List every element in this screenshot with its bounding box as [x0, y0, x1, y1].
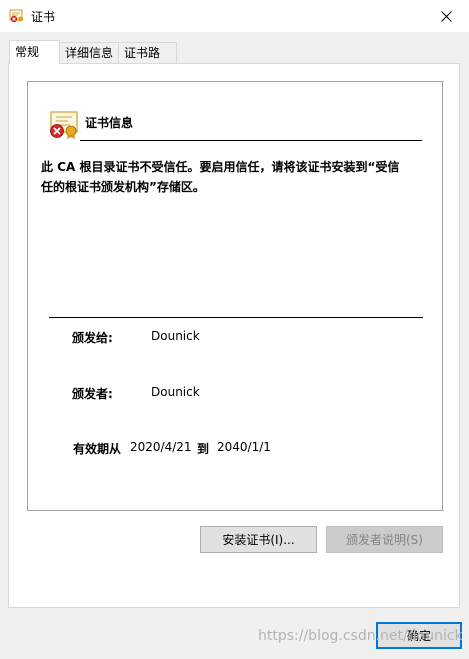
issued-to-label: 颁发给: — [72, 331, 113, 345]
close-button[interactable] — [423, 0, 469, 32]
fields-divider — [49, 317, 423, 318]
heading-divider — [80, 140, 422, 141]
tab-details[interactable]: 详细信息 — [59, 42, 119, 63]
validity-to-value: 2040/1/1 — [217, 440, 271, 454]
certificate-icon — [9, 8, 25, 24]
certificate-info-heading: 证书信息 — [85, 116, 134, 130]
issuer-statement-button[interactable]: 颁发者说明(S) — [326, 526, 443, 553]
general-tab-panel: 证书信息 此 CA 根目录证书不受信任。要启用信任，请将该证书安装到“受信 任的… — [8, 63, 460, 608]
validity-from-label: 有效期从 — [73, 442, 122, 456]
tab-certification-path[interactable]: 证书路径 — [118, 42, 177, 81]
watermark-text: https://blog.csdn.net/dounick — [258, 628, 463, 644]
certificate-error-icon — [48, 108, 80, 140]
certificate-info-box: 证书信息 此 CA 根目录证书不受信任。要启用信任，请将该证书安装到“受信 任的… — [27, 81, 443, 511]
window-title: 证书 — [31, 10, 56, 24]
validity-to-label: 到 — [197, 442, 210, 456]
title-bar: 证书 — [0, 0, 469, 32]
trust-warning-text: 此 CA 根目录证书不受信任。要启用信任，请将该证书安装到“受信 任的根证书颁发… — [41, 157, 401, 197]
issued-by-value: Dounick — [151, 385, 200, 399]
trust-warning-line-1: 此 CA 根目录证书不受信任。要启用信任，请将该证书安装到“受信 — [41, 160, 400, 174]
tab-general[interactable]: 常规 — [9, 40, 60, 64]
issued-by-label: 颁发者: — [72, 387, 113, 401]
trust-warning-line-2: 任的根证书颁发机构”存储区。 — [41, 180, 205, 194]
install-certificate-button[interactable]: 安装证书(I)... — [200, 526, 317, 553]
validity-from-value: 2020/4/21 — [130, 440, 192, 454]
close-icon — [440, 10, 452, 22]
issued-to-value: Dounick — [151, 329, 200, 343]
